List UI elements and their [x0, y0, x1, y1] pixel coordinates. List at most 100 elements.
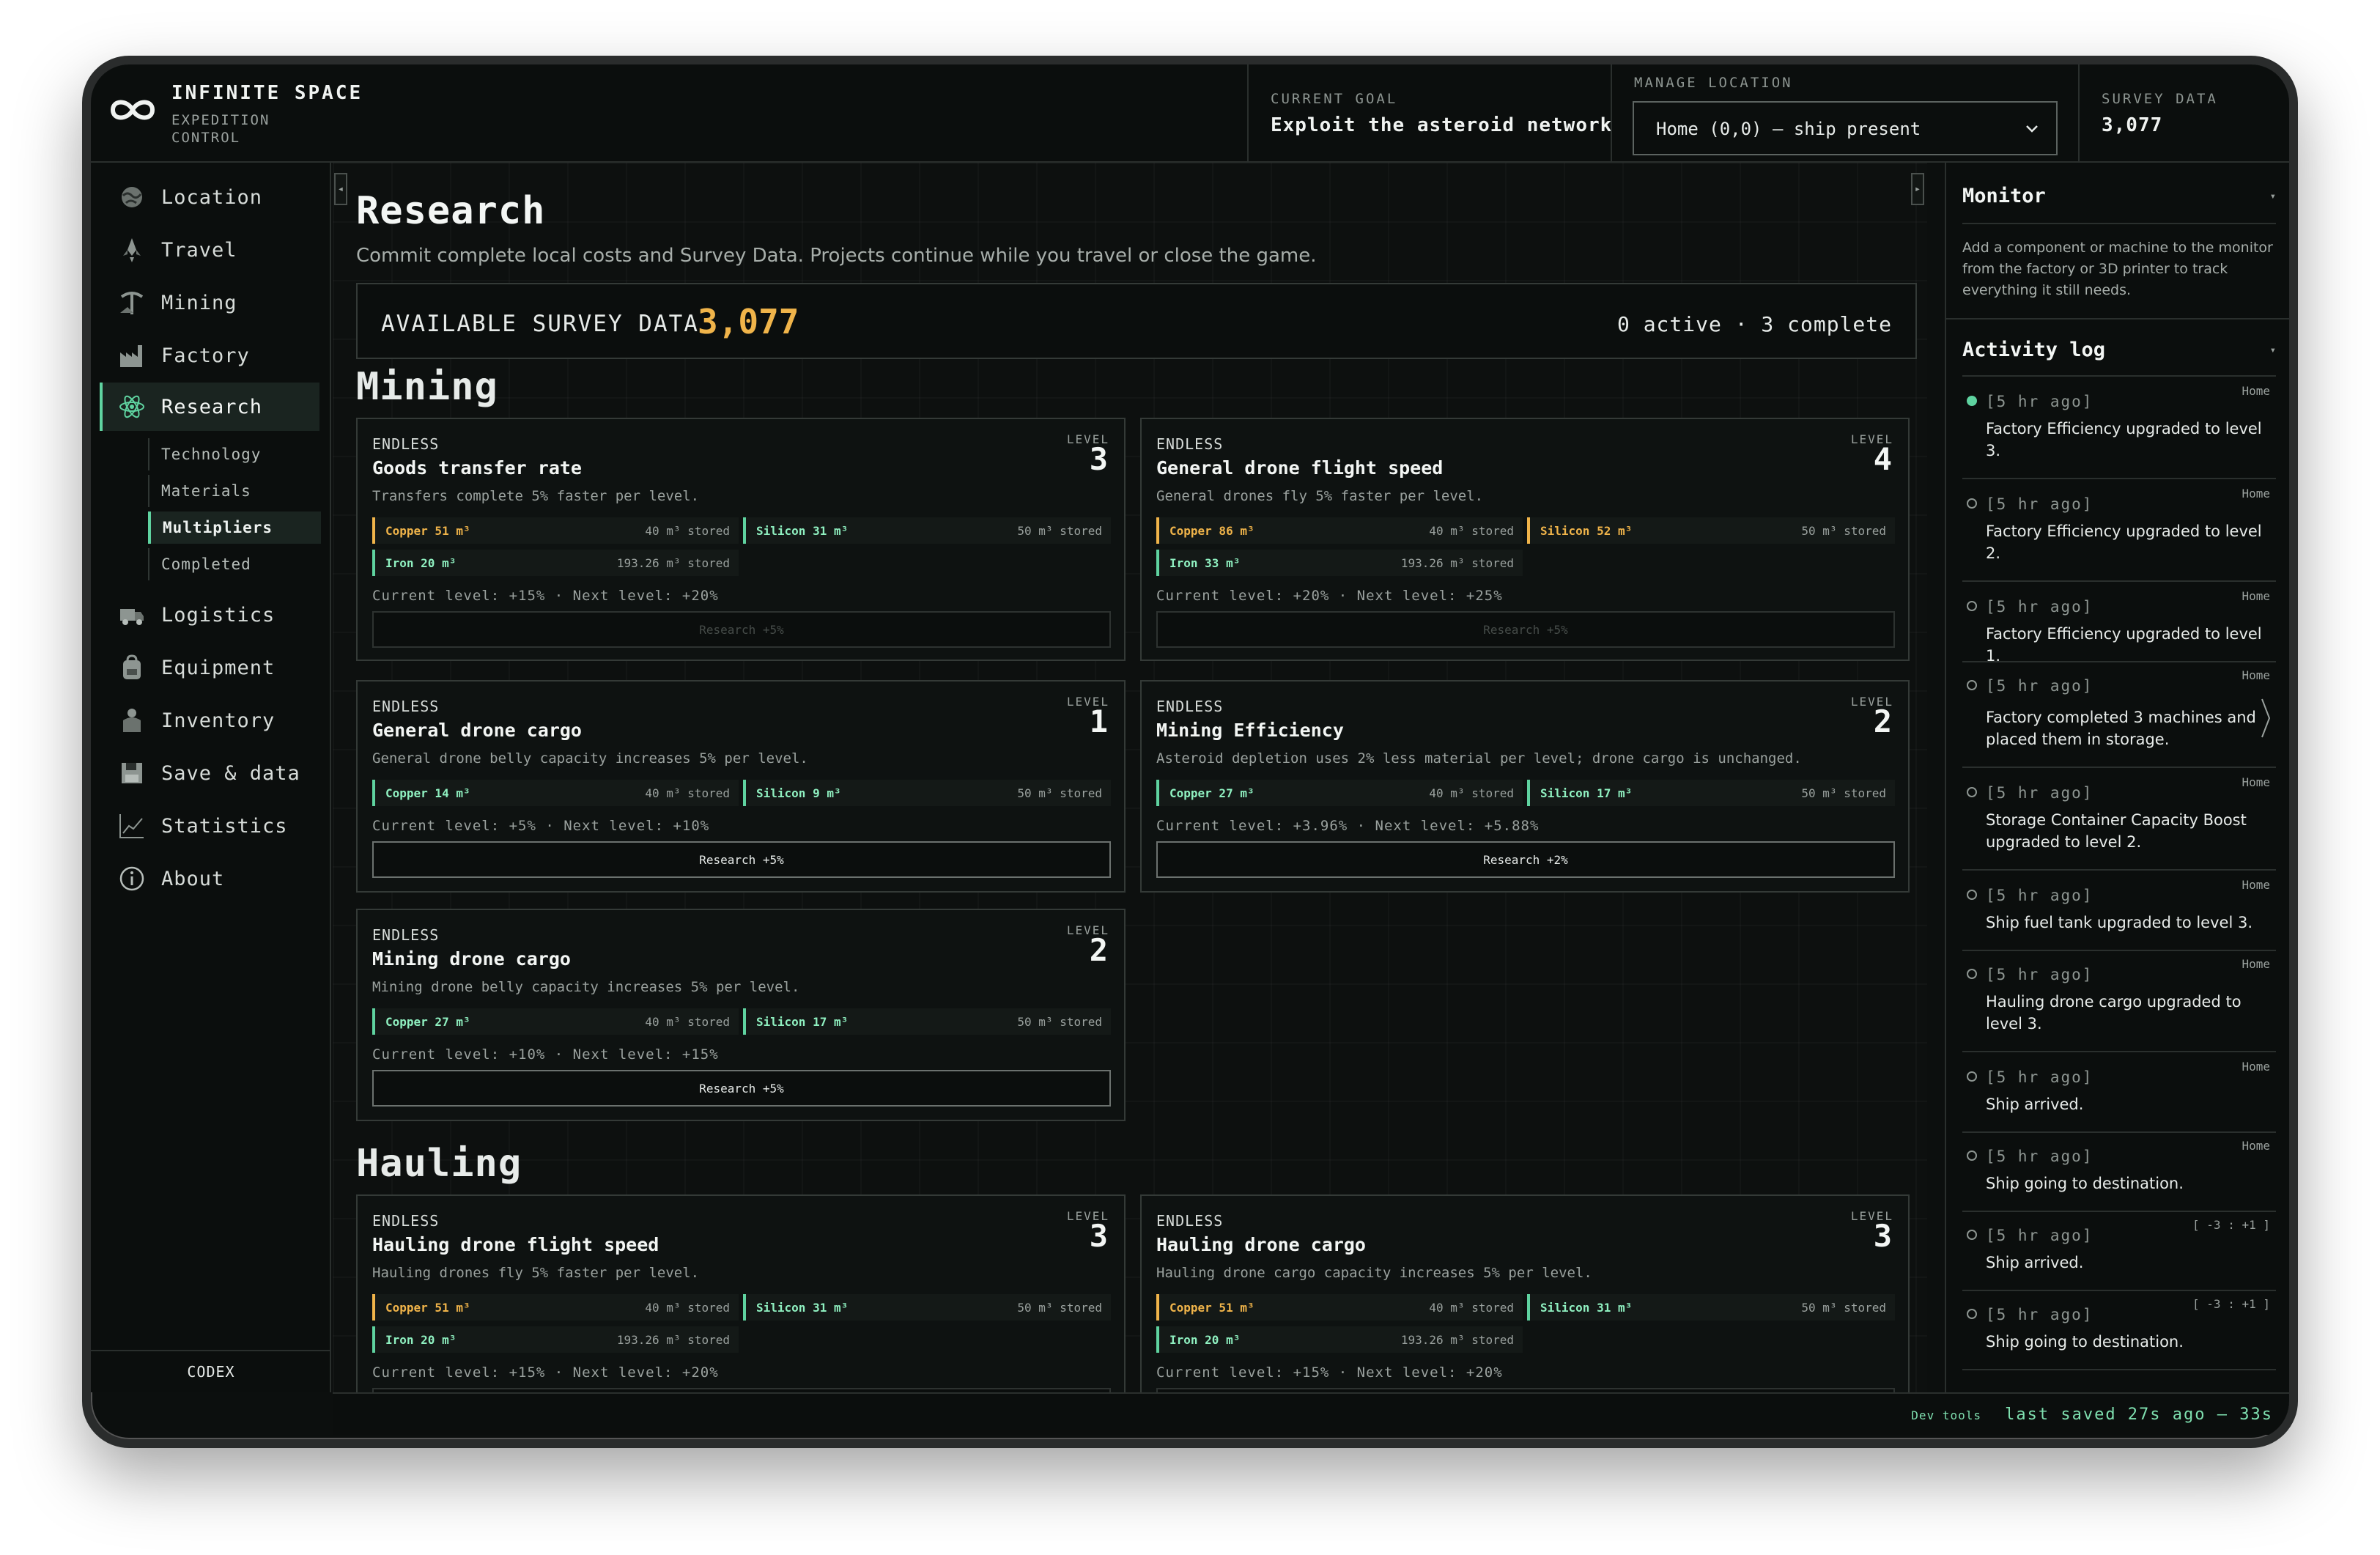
subnav-materials[interactable]: Materials: [148, 475, 321, 507]
log-time: [5 hr ago]: [1986, 966, 2093, 983]
sidebar-item-label: Inventory: [161, 709, 276, 732]
read-dot-icon: [1967, 969, 1977, 979]
research-card: ENDLESS LEVEL 2 Mining Efficiency Astero…: [1140, 680, 1910, 893]
sidebar-item-travel[interactable]: Travel: [100, 226, 319, 274]
log-entry: [5 hr ago] Home Ship arrived.: [1962, 1058, 2276, 1133]
sidebar-item-label: About: [161, 867, 225, 890]
log-tag: Home: [2242, 668, 2270, 682]
subnav-completed[interactable]: Completed: [148, 548, 321, 580]
page-subtitle: Commit complete local costs and Survey D…: [356, 245, 1317, 267]
sidebar-item-equipment[interactable]: Equipment: [100, 643, 319, 692]
card-level: 2: [1089, 932, 1108, 968]
log-tag: Home: [2242, 957, 2270, 971]
card-levels: Current level: +15% · Next level: +20%: [372, 588, 719, 604]
dev-tools-link[interactable]: Dev tools: [1911, 1408, 1981, 1422]
activity-log-title[interactable]: Activity log: [1962, 339, 2105, 361]
sidebar-item-inventory[interactable]: Inventory: [100, 696, 319, 745]
log-entry: [5 hr ago] [ -3 : +1 ] Ship arrived.: [1962, 1216, 2276, 1291]
research-button[interactable]: Research +2%: [1156, 841, 1895, 878]
research-button[interactable]: Research +5%: [372, 1070, 1111, 1107]
caret-down-icon[interactable]: ▾: [2270, 191, 2276, 202]
sidebar-item-about[interactable]: About: [100, 854, 319, 903]
log-time: [5 hr ago]: [1986, 784, 2093, 802]
research-button[interactable]: Research +5%: [372, 841, 1111, 878]
card-desc: Mining drone belly capacity increases 5%…: [372, 979, 800, 995]
read-dot-icon: [1967, 1150, 1977, 1161]
card-kind: ENDLESS: [1156, 1212, 1224, 1230]
card-name: General drone flight speed: [1156, 457, 1444, 479]
log-entry: [5 hr ago] Home Factory Efficiency upgra…: [1962, 485, 2276, 582]
log-tag: Home: [2242, 775, 2270, 789]
card-level: 2: [1873, 703, 1892, 739]
divider: [1962, 223, 2276, 224]
sidebar-item-save-data[interactable]: Save & data: [100, 749, 319, 797]
log-tag: Home: [2242, 384, 2270, 398]
resource-row: Silicon 9 m³ 50 m³ stored: [743, 780, 1111, 806]
log-time: [5 hr ago]: [1986, 495, 2093, 513]
collapse-sidebar-button[interactable]: ◂: [334, 173, 347, 205]
atom-icon: [119, 395, 144, 418]
chevron-down-icon: [2026, 125, 2038, 133]
chart-icon: [119, 814, 144, 838]
log-entry: [5 hr ago] Home Ship fuel tank upgraded …: [1962, 876, 2276, 951]
resource-row: Copper 86 m³ 40 m³ stored: [1156, 517, 1523, 544]
sidebar: Location Travel Mining Factory Research …: [91, 163, 331, 1392]
goal-label: CURRENT GOAL: [1271, 91, 1398, 107]
divider: [1962, 375, 2276, 377]
codex-button[interactable]: CODEX: [91, 1350, 331, 1392]
card-desc: Asteroid depletion uses 2% less material…: [1156, 750, 1802, 767]
sidebar-item-label: Travel: [161, 238, 237, 262]
caret-down-icon[interactable]: ▾: [2270, 344, 2276, 356]
location-select[interactable]: Home (0,0) — ship present: [1633, 101, 2058, 155]
research-button[interactable]: Research +5%: [372, 611, 1111, 648]
monitor-title[interactable]: Monitor: [1962, 185, 2046, 207]
sidebar-item-label: Factory: [161, 344, 250, 367]
top-header: INFINITE SPACE EXPEDITION CONTROL CURREN…: [91, 64, 2289, 163]
card-levels: Current level: +10% · Next level: +15%: [372, 1046, 719, 1063]
read-dot-icon: [1967, 1309, 1977, 1319]
research-status: 0 active · 3 complete: [1616, 312, 1892, 336]
log-time: [5 hr ago]: [1986, 598, 2093, 616]
sidebar-item-factory[interactable]: Factory: [100, 331, 319, 380]
brand-subtitle: EXPEDITION CONTROL: [171, 112, 270, 146]
log-entry: [5 hr ago] Home Factory Efficiency upgra…: [1962, 383, 2276, 479]
card-level: 4: [1873, 441, 1892, 477]
monitor-description: Add a component or machine to the monito…: [1962, 240, 2273, 298]
log-time: [5 hr ago]: [1986, 393, 2093, 410]
research-card: ENDLESS LEVEL 3 Goods transfer rate Tran…: [356, 418, 1126, 661]
sidebar-item-location[interactable]: Location: [100, 173, 319, 221]
factory-icon: [120, 345, 142, 367]
sidebar-item-logistics[interactable]: Logistics: [100, 591, 319, 639]
section-title-hauling: Hauling: [356, 1142, 522, 1186]
log-message: Factory Efficiency upgraded to level 2.: [1986, 522, 2262, 562]
log-tag: [ -3 : +1 ]: [2192, 1297, 2270, 1311]
subnav-multipliers[interactable]: Multipliers: [148, 511, 321, 544]
collapse-panel-button[interactable]: ▸: [1911, 173, 1924, 205]
chevron-right-icon[interactable]: [2260, 696, 2272, 740]
research-button[interactable]: Research +5%: [1156, 611, 1895, 648]
card-levels: Current level: +3.96% · Next level: +5.8…: [1156, 818, 1540, 834]
survey-label: SURVEY DATA: [2102, 91, 2218, 107]
sidebar-item-statistics[interactable]: Statistics: [100, 802, 319, 850]
card-name: Mining drone cargo: [372, 948, 571, 969]
resource-row: Silicon 52 m³ 50 m³ stored: [1527, 517, 1895, 544]
header-divider: [2078, 64, 2080, 163]
section-title-mining: Mining: [356, 365, 498, 409]
save-status: last saved 27s ago — 33s: [2005, 1406, 2273, 1424]
globe-icon: [122, 187, 142, 207]
log-tag: [ -3 : +1 ]: [2192, 1218, 2270, 1232]
log-message: Ship fuel tank upgraded to level 3.: [1986, 914, 2252, 931]
log-message: Factory Efficiency upgraded to level 1.: [1986, 625, 2262, 665]
resource-row: Silicon 31 m³ 50 m³ stored: [743, 1294, 1111, 1321]
sidebar-item-mining[interactable]: Mining: [100, 278, 319, 327]
log-message: Hauling drone cargo upgraded to level 3.: [1986, 993, 2242, 1033]
log-time: [5 hr ago]: [1986, 1306, 2093, 1323]
sidebar-item-label: Equipment: [161, 656, 276, 679]
card-name: Hauling drone cargo: [1156, 1234, 1366, 1255]
card-desc: Hauling drone cargo capacity increases 5…: [1156, 1265, 1592, 1281]
subnav-technology[interactable]: Technology: [148, 438, 321, 470]
card-kind: ENDLESS: [1156, 698, 1224, 715]
card-name: General drone cargo: [372, 720, 582, 741]
sidebar-item-label: Location: [161, 185, 263, 209]
sidebar-item-research[interactable]: Research: [100, 383, 319, 431]
